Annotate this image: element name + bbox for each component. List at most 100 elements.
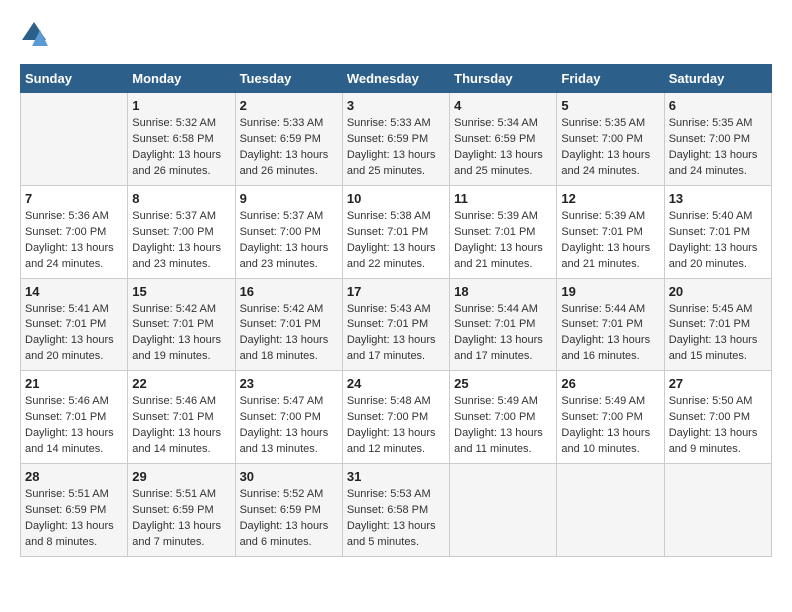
calendar-cell [664,464,771,557]
col-header-thursday: Thursday [450,65,557,93]
day-info: Sunrise: 5:36 AM Sunset: 7:00 PM Dayligh… [25,209,123,273]
calendar-cell [557,464,664,557]
day-number: 13 [669,191,767,206]
calendar-cell: 11 Sunrise: 5:39 AM Sunset: 7:01 PM Dayli… [450,185,557,278]
calendar-cell: 5 Sunrise: 5:35 AM Sunset: 7:00 PM Daylig… [557,93,664,186]
calendar-cell: 14 Sunrise: 5:41 AM Sunset: 7:01 PM Dayli… [21,278,128,371]
calendar-cell: 29 Sunrise: 5:51 AM Sunset: 6:59 PM Dayli… [128,464,235,557]
day-number: 14 [25,284,123,299]
logo [20,20,52,48]
day-info: Sunrise: 5:52 AM Sunset: 6:59 PM Dayligh… [240,487,338,551]
calendar-cell: 9 Sunrise: 5:37 AM Sunset: 7:00 PM Daylig… [235,185,342,278]
day-number: 9 [240,191,338,206]
day-number: 22 [132,376,230,391]
day-info: Sunrise: 5:34 AM Sunset: 6:59 PM Dayligh… [454,116,552,180]
day-info: Sunrise: 5:44 AM Sunset: 7:01 PM Dayligh… [454,302,552,366]
day-number: 21 [25,376,123,391]
day-info: Sunrise: 5:43 AM Sunset: 7:01 PM Dayligh… [347,302,445,366]
day-info: Sunrise: 5:37 AM Sunset: 7:00 PM Dayligh… [132,209,230,273]
calendar-cell: 4 Sunrise: 5:34 AM Sunset: 6:59 PM Daylig… [450,93,557,186]
calendar-week-4: 21Sunrise: 5:46 AM Sunset: 7:01 PM Dayli… [21,371,772,464]
day-number: 11 [454,191,552,206]
calendar-cell [21,93,128,186]
page-header [20,20,772,48]
day-info: Sunrise: 5:49 AM Sunset: 7:00 PM Dayligh… [561,394,659,458]
day-number: 8 [132,191,230,206]
day-info: Sunrise: 5:42 AM Sunset: 7:01 PM Dayligh… [132,302,230,366]
day-info: Sunrise: 5:45 AM Sunset: 7:01 PM Dayligh… [669,302,767,366]
day-number: 29 [132,469,230,484]
day-info: Sunrise: 5:39 AM Sunset: 7:01 PM Dayligh… [454,209,552,273]
day-number: 15 [132,284,230,299]
calendar-cell: 31 Sunrise: 5:53 AM Sunset: 6:58 PM Dayli… [342,464,449,557]
day-number: 5 [561,98,659,113]
calendar-cell: 6 Sunrise: 5:35 AM Sunset: 7:00 PM Daylig… [664,93,771,186]
day-number: 24 [347,376,445,391]
calendar-cell: 26 Sunrise: 5:49 AM Sunset: 7:00 PM Dayli… [557,371,664,464]
calendar-cell: 2 Sunrise: 5:33 AM Sunset: 6:59 PM Daylig… [235,93,342,186]
day-info: Sunrise: 5:35 AM Sunset: 7:00 PM Dayligh… [561,116,659,180]
day-info: Sunrise: 5:42 AM Sunset: 7:01 PM Dayligh… [240,302,338,366]
day-number: 3 [347,98,445,113]
day-number: 6 [669,98,767,113]
day-number: 27 [669,376,767,391]
calendar-cell: 8 Sunrise: 5:37 AM Sunset: 7:00 PM Daylig… [128,185,235,278]
calendar-cell: 20 Sunrise: 5:45 AM Sunset: 7:01 PM Dayli… [664,278,771,371]
day-info: Sunrise: 5:53 AM Sunset: 6:58 PM Dayligh… [347,487,445,551]
day-info: Sunrise: 5:38 AM Sunset: 7:01 PM Dayligh… [347,209,445,273]
calendar-cell: 30Sunrise: 5:52 AM Sunset: 6:59 PM Dayli… [235,464,342,557]
day-number: 2 [240,98,338,113]
day-info: Sunrise: 5:47 AM Sunset: 7:00 PM Dayligh… [240,394,338,458]
calendar-cell: 3 Sunrise: 5:33 AM Sunset: 6:59 PM Daylig… [342,93,449,186]
calendar-table: SundayMondayTuesdayWednesdayThursdayFrid… [20,64,772,557]
calendar-cell: 28 Sunrise: 5:51 AM Sunset: 6:59 PM Dayli… [21,464,128,557]
calendar-cell: 27Sunrise: 5:50 AM Sunset: 7:00 PM Dayli… [664,371,771,464]
day-number: 4 [454,98,552,113]
day-number: 31 [347,469,445,484]
calendar-cell: 1 Sunrise: 5:32 AM Sunset: 6:58 PM Daylig… [128,93,235,186]
calendar-week-1: 1 Sunrise: 5:32 AM Sunset: 6:58 PM Daylig… [21,93,772,186]
day-number: 17 [347,284,445,299]
day-number: 1 [132,98,230,113]
day-info: Sunrise: 5:51 AM Sunset: 6:59 PM Dayligh… [132,487,230,551]
day-number: 18 [454,284,552,299]
calendar-cell: 7 Sunrise: 5:36 AM Sunset: 7:00 PM Daylig… [21,185,128,278]
col-header-friday: Friday [557,65,664,93]
calendar-cell: 16Sunrise: 5:42 AM Sunset: 7:01 PM Dayli… [235,278,342,371]
day-number: 12 [561,191,659,206]
col-header-tuesday: Tuesday [235,65,342,93]
calendar-cell: 25 Sunrise: 5:49 AM Sunset: 7:00 PM Dayli… [450,371,557,464]
day-number: 7 [25,191,123,206]
calendar-cell [450,464,557,557]
calendar-cell: 19Sunrise: 5:44 AM Sunset: 7:01 PM Dayli… [557,278,664,371]
day-info: Sunrise: 5:37 AM Sunset: 7:00 PM Dayligh… [240,209,338,273]
day-info: Sunrise: 5:33 AM Sunset: 6:59 PM Dayligh… [347,116,445,180]
calendar-cell: 21Sunrise: 5:46 AM Sunset: 7:01 PM Dayli… [21,371,128,464]
calendar-cell: 15 Sunrise: 5:42 AM Sunset: 7:01 PM Dayli… [128,278,235,371]
day-number: 20 [669,284,767,299]
calendar-week-2: 7 Sunrise: 5:36 AM Sunset: 7:00 PM Daylig… [21,185,772,278]
calendar-header: SundayMondayTuesdayWednesdayThursdayFrid… [21,65,772,93]
day-number: 28 [25,469,123,484]
calendar-cell: 23Sunrise: 5:47 AM Sunset: 7:00 PM Dayli… [235,371,342,464]
col-header-saturday: Saturday [664,65,771,93]
day-info: Sunrise: 5:51 AM Sunset: 6:59 PM Dayligh… [25,487,123,551]
day-number: 26 [561,376,659,391]
calendar-week-3: 14 Sunrise: 5:41 AM Sunset: 7:01 PM Dayli… [21,278,772,371]
day-info: Sunrise: 5:32 AM Sunset: 6:58 PM Dayligh… [132,116,230,180]
calendar-cell: 12Sunrise: 5:39 AM Sunset: 7:01 PM Dayli… [557,185,664,278]
calendar-week-5: 28 Sunrise: 5:51 AM Sunset: 6:59 PM Dayli… [21,464,772,557]
day-number: 19 [561,284,659,299]
day-info: Sunrise: 5:35 AM Sunset: 7:00 PM Dayligh… [669,116,767,180]
day-info: Sunrise: 5:41 AM Sunset: 7:01 PM Dayligh… [25,302,123,366]
calendar-cell: 24 Sunrise: 5:48 AM Sunset: 7:00 PM Dayli… [342,371,449,464]
day-info: Sunrise: 5:48 AM Sunset: 7:00 PM Dayligh… [347,394,445,458]
col-header-sunday: Sunday [21,65,128,93]
calendar-cell: 17 Sunrise: 5:43 AM Sunset: 7:01 PM Dayli… [342,278,449,371]
logo-icon [20,20,48,48]
day-info: Sunrise: 5:33 AM Sunset: 6:59 PM Dayligh… [240,116,338,180]
calendar-cell: 13Sunrise: 5:40 AM Sunset: 7:01 PM Dayli… [664,185,771,278]
calendar-cell: 22Sunrise: 5:46 AM Sunset: 7:01 PM Dayli… [128,371,235,464]
day-info: Sunrise: 5:49 AM Sunset: 7:00 PM Dayligh… [454,394,552,458]
day-number: 25 [454,376,552,391]
